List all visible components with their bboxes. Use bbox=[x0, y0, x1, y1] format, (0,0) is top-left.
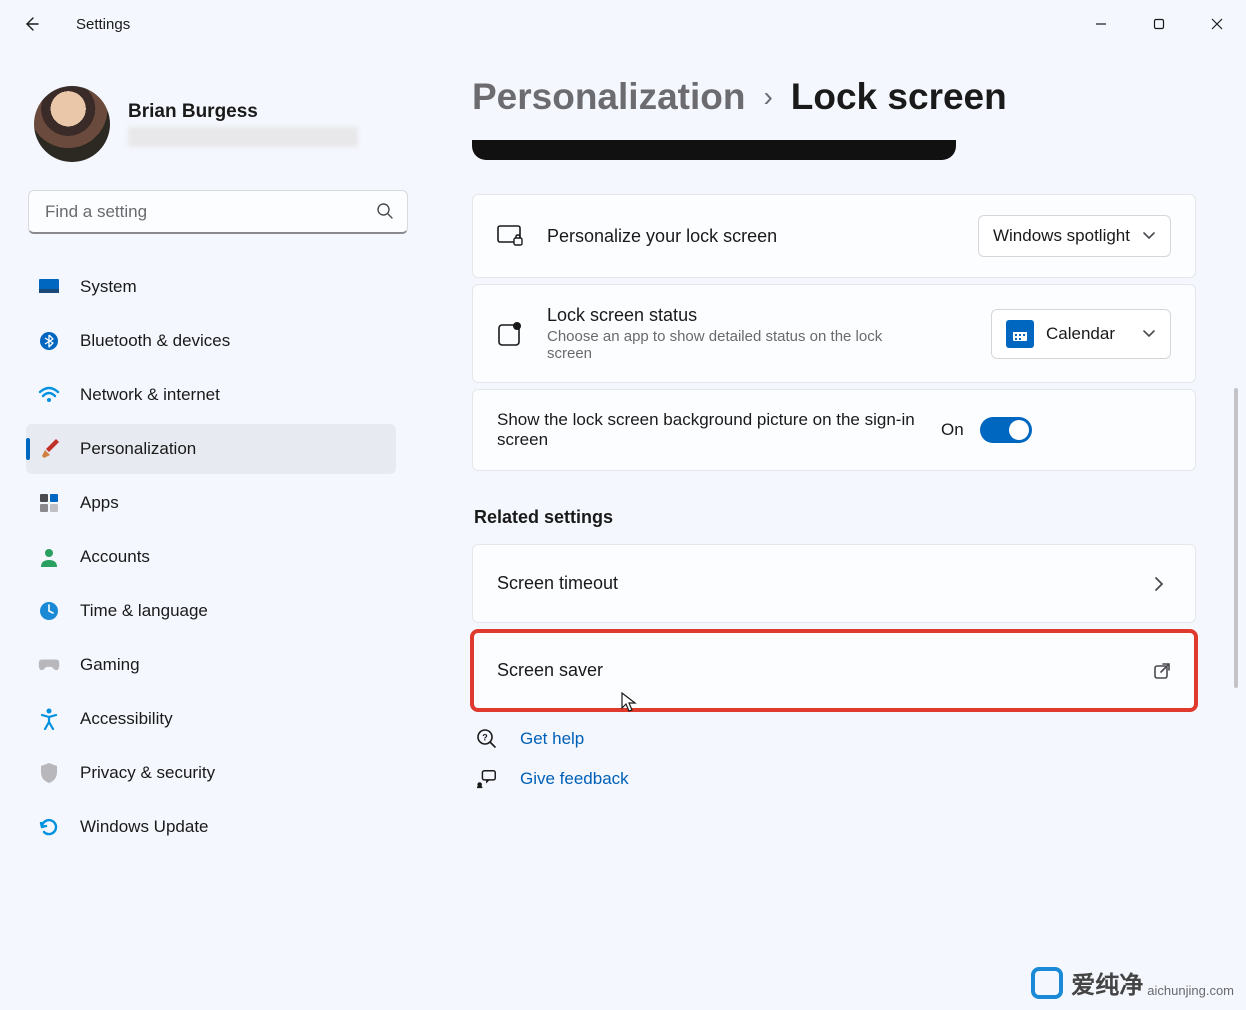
search-wrap bbox=[28, 190, 408, 234]
breadcrumb: Personalization › Lock screen bbox=[472, 76, 1196, 118]
sidebar: Brian Burgess System Bluetooth & devices… bbox=[0, 48, 420, 1010]
user-block[interactable]: Brian Burgess bbox=[34, 86, 386, 162]
breadcrumb-parent[interactable]: Personalization bbox=[472, 76, 745, 118]
card-show-signin-background: Show the lock screen background picture … bbox=[472, 389, 1196, 471]
lock-screen-icon bbox=[497, 223, 523, 249]
link-label[interactable]: Give feedback bbox=[520, 769, 629, 789]
svg-text:?: ? bbox=[482, 733, 488, 743]
card-title: Lock screen status bbox=[547, 305, 967, 326]
user-email-redacted bbox=[128, 127, 358, 147]
sidebar-item-label: Windows Update bbox=[80, 817, 209, 837]
link-screen-saver[interactable]: Screen saver bbox=[472, 631, 1196, 710]
close-icon bbox=[1211, 18, 1223, 30]
dropdown-value: Windows spotlight bbox=[993, 226, 1130, 246]
feedback-icon bbox=[476, 768, 498, 790]
lock-screen-preview bbox=[472, 140, 956, 160]
gamepad-icon bbox=[38, 654, 60, 676]
section-heading-related: Related settings bbox=[474, 507, 1196, 528]
back-button[interactable] bbox=[16, 9, 46, 39]
paintbrush-icon bbox=[38, 438, 60, 460]
card-subtitle: Choose an app to show detailed status on… bbox=[547, 328, 907, 362]
sidebar-item-privacy[interactable]: Privacy & security bbox=[26, 748, 396, 798]
calendar-icon bbox=[1006, 320, 1034, 348]
maximize-button[interactable] bbox=[1130, 4, 1188, 44]
sidebar-item-label: Accounts bbox=[80, 547, 150, 567]
link-label: Screen saver bbox=[497, 660, 603, 681]
toggle-state-label: On bbox=[941, 420, 964, 440]
sidebar-item-apps[interactable]: Apps bbox=[26, 478, 396, 528]
app-title: Settings bbox=[76, 16, 130, 33]
avatar bbox=[34, 86, 110, 162]
help-link-feedback[interactable]: Give feedback bbox=[476, 768, 1196, 790]
cursor-icon bbox=[621, 692, 637, 719]
sidebar-item-label: Time & language bbox=[80, 601, 208, 621]
sidebar-item-accounts[interactable]: Accounts bbox=[26, 532, 396, 582]
card-title: Personalize your lock screen bbox=[547, 226, 954, 247]
sidebar-item-system[interactable]: System bbox=[26, 262, 396, 312]
bluetooth-icon bbox=[38, 330, 60, 352]
chevron-down-icon bbox=[1142, 324, 1156, 344]
sidebar-item-label: Gaming bbox=[80, 655, 140, 675]
accessibility-icon bbox=[38, 708, 60, 730]
sidebar-item-label: Accessibility bbox=[80, 709, 173, 729]
help-icon: ? bbox=[476, 728, 498, 750]
apps-icon bbox=[38, 492, 60, 514]
arrow-left-icon bbox=[23, 16, 39, 32]
link-label[interactable]: Get help bbox=[520, 729, 584, 749]
wifi-icon bbox=[38, 384, 60, 406]
sidebar-item-label: Personalization bbox=[80, 439, 196, 459]
sidebar-item-label: Bluetooth & devices bbox=[80, 331, 230, 351]
watermark-text: 爱纯净 bbox=[1071, 965, 1143, 1000]
main-content: Personalization › Lock screen Personaliz… bbox=[420, 48, 1246, 1010]
minimize-button[interactable] bbox=[1072, 4, 1130, 44]
watermark: 爱纯净 aichunjing.com bbox=[1031, 965, 1234, 1000]
card-title: Show the lock screen background picture … bbox=[497, 410, 917, 450]
chevron-down-icon bbox=[1142, 226, 1156, 246]
user-name: Brian Burgess bbox=[128, 101, 358, 123]
toggle-signin-background[interactable] bbox=[980, 417, 1032, 443]
shield-icon bbox=[38, 762, 60, 784]
sidebar-item-gaming[interactable]: Gaming bbox=[26, 640, 396, 690]
clock-globe-icon bbox=[38, 600, 60, 622]
sidebar-item-time-language[interactable]: Time & language bbox=[26, 586, 396, 636]
maximize-icon bbox=[1153, 18, 1165, 30]
card-lock-screen-status[interactable]: Lock screen status Choose an app to show… bbox=[472, 284, 1196, 383]
help-link-get-help[interactable]: ? Get help bbox=[476, 728, 1196, 750]
sidebar-item-personalization[interactable]: Personalization bbox=[26, 424, 396, 474]
search-input[interactable] bbox=[28, 190, 408, 234]
title-bar: Settings bbox=[0, 0, 1246, 48]
sidebar-item-windows-update[interactable]: Windows Update bbox=[26, 802, 396, 852]
external-link-icon bbox=[1153, 662, 1171, 680]
link-label: Screen timeout bbox=[497, 573, 618, 594]
sidebar-item-bluetooth[interactable]: Bluetooth & devices bbox=[26, 316, 396, 366]
person-icon bbox=[38, 546, 60, 568]
minimize-icon bbox=[1095, 18, 1107, 30]
sidebar-item-label: System bbox=[80, 277, 137, 297]
card-personalize-lock-screen[interactable]: Personalize your lock screen Windows spo… bbox=[472, 194, 1196, 278]
dropdown-status-app[interactable]: Calendar bbox=[991, 309, 1171, 359]
scrollbar[interactable] bbox=[1234, 388, 1238, 688]
dropdown-lock-screen-source[interactable]: Windows spotlight bbox=[978, 215, 1171, 257]
watermark-url: aichunjing.com bbox=[1147, 983, 1234, 998]
sidebar-item-label: Apps bbox=[80, 493, 119, 513]
dropdown-value: Calendar bbox=[1046, 324, 1115, 344]
page-title: Lock screen bbox=[791, 76, 1007, 118]
link-screen-timeout[interactable]: Screen timeout bbox=[472, 544, 1196, 623]
chevron-right-icon: › bbox=[763, 81, 772, 113]
sidebar-item-label: Network & internet bbox=[80, 385, 220, 405]
chevron-right-icon bbox=[1153, 575, 1171, 593]
status-app-icon bbox=[497, 321, 523, 347]
sidebar-item-accessibility[interactable]: Accessibility bbox=[26, 694, 396, 744]
window-controls bbox=[1072, 4, 1246, 44]
sidebar-item-network[interactable]: Network & internet bbox=[26, 370, 396, 420]
update-icon bbox=[38, 816, 60, 838]
watermark-logo-icon bbox=[1031, 967, 1063, 999]
display-icon bbox=[38, 276, 60, 298]
close-button[interactable] bbox=[1188, 4, 1246, 44]
search-icon bbox=[376, 202, 394, 225]
nav: System Bluetooth & devices Network & int… bbox=[24, 262, 396, 852]
sidebar-item-label: Privacy & security bbox=[80, 763, 215, 783]
